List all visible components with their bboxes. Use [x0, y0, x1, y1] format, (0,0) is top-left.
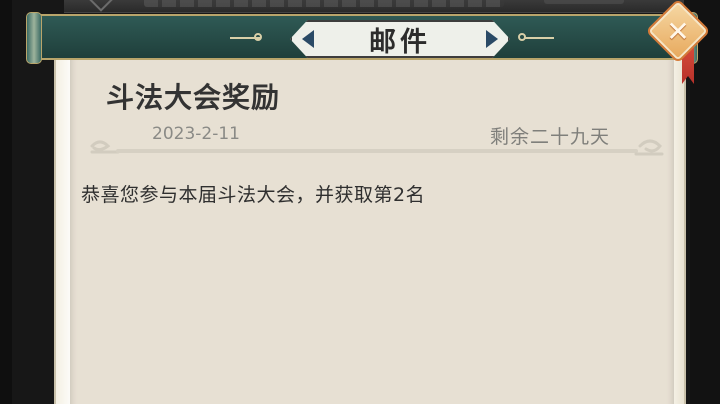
title-ornament-right: [486, 30, 498, 48]
mail-body-text: 恭喜您参与本届斗法大会，并获取第2名: [81, 184, 426, 206]
mail-date: 2023-2-11: [152, 124, 240, 144]
header-ornament-dot-right: [518, 33, 526, 41]
dialog-title-plate: 邮件: [290, 20, 510, 58]
game-screen: 邮件 ✕ 斗法大会奖励 2023-2-11 剩余二十九天 恭喜您参与本届斗法大会…: [0, 0, 720, 404]
mail-remaining-days: 剩余二十九天: [490, 126, 611, 148]
header-ornament-dot-left: [254, 33, 262, 41]
mail-dialog-header: 邮件: [26, 12, 698, 64]
mail-subject: 斗法大会奖励: [106, 81, 281, 114]
dialog-title: 邮件: [369, 26, 431, 58]
header-ornament-line-right: [524, 37, 554, 39]
background-blurred-meta: [544, 0, 624, 4]
close-icon[interactable]: ✕: [657, 10, 699, 52]
scroll-roller-left: [26, 12, 42, 64]
background-left-edge: [0, 0, 12, 404]
background-item-icon: [88, 0, 114, 12]
background-mail-list-row: [64, 0, 684, 13]
title-ornament-left: [302, 30, 314, 48]
background-blurred-text: [144, 0, 504, 7]
